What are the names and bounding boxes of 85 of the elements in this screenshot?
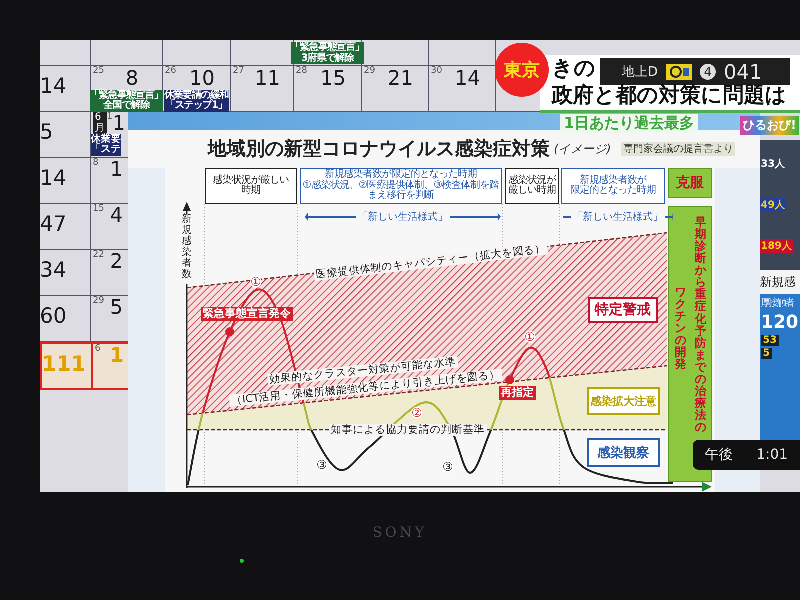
calendar-date: 26 [165,66,176,77]
range-label: 「新しい生活様式」 [358,210,448,224]
clock-period: 午後 [704,446,733,464]
event-tag: 休業要 「ステ [91,134,121,156]
calendar-date: 28 [296,66,308,77]
event-tag: 休業要請の緩和 「ステップ1」 [164,90,229,112]
period-box: 感染状況が 厳しい時期 [505,168,559,204]
case-count: 14 [454,66,482,90]
zone-label: 特定警戒 [588,297,658,323]
case-count: 4 [109,204,124,226]
broadcast-icon [666,64,692,80]
event-label: 再指定 [499,386,536,400]
case-count: 1 [109,344,125,366]
case-count: 2 [109,250,124,272]
source-note: 専門家会議の提言書より [621,142,736,156]
axis-label: 新規感染者数 [182,214,192,280]
event-tag: 「緊急事態宣言」 3府県で解除 [290,42,364,64]
zone-label: 感染拡大注意 [587,387,660,415]
period-box: 新規感染者数が限定的となった時期 ①感染状況、②医療提供体制、③検査体制を踏まえ移行を判断 [300,168,502,204]
card-count: 53 [761,335,779,346]
case-count: 47 [40,211,68,238]
case-count: 21 [387,66,414,90]
card-value: 120 [761,312,799,333]
phase-marker: ③ [442,461,454,473]
event-label: 緊急事態宣言発令 [201,307,293,322]
case-count: 1 [112,112,126,134]
calendar-date: 27 [233,66,244,77]
input-label: 地上D [622,64,658,80]
measure-text: 早期診断から重症化予防までの治療法の [695,216,706,434]
zone-label: 感染観察 [587,438,660,467]
brand-logo: SONY [372,525,428,541]
threshold-label: 知事による協力要請の判断基準 [329,424,487,436]
period-box: 感染状況が厳しい 時期 [205,168,297,204]
region-badge: 東京 [495,43,549,97]
map-count: 49人 [760,198,786,212]
channel-number: 4 [700,64,716,80]
event-dot [226,328,234,336]
clock-time: 1:01 [756,447,788,463]
phase-marker: ① [250,276,262,288]
slide-title: 地域別の新型コロナウイルス感染症対策 [208,137,550,162]
arrow-icon [563,213,571,221]
case-count: 5 [109,296,124,318]
case-count: 14 [40,165,68,192]
arrow-icon [305,213,356,221]
calendar-date: 8 [93,158,99,169]
power-light [240,559,244,563]
program-logo: ひるおび! [740,116,800,135]
case-count: 5 [40,119,54,146]
arrow-icon [665,213,673,221]
subtitle-text: 1日あたり過去最多 [560,114,698,133]
calendar-date: 6 [95,344,101,355]
case-count: 1 [109,158,124,180]
channel-code: 041 [724,60,762,84]
period-box: 克服 [668,168,712,198]
calendar-date: 1 [107,112,113,123]
arrow-icon [450,213,501,221]
case-count: 60 [40,303,68,330]
calendar-date: 15 [93,204,104,215]
case-count: 15 [320,66,347,90]
title-note: (イメージ) [554,140,612,158]
case-count: 14 [40,73,68,100]
case-count: 8 [126,66,139,90]
card-count: 5 [761,348,772,359]
phase-marker: ③ [316,459,328,471]
headline-text: きの [552,55,596,82]
map-count: 33人 [760,158,786,172]
measure-text: ワクチンの開発 [675,286,686,370]
range-label: 「新しい生活様式」 [573,210,663,224]
case-count: 11 [254,66,282,90]
case-count: 34 [40,257,68,284]
calendar-date: 29 [93,296,104,307]
month-badge: 6月 [93,112,107,134]
period-box: 新規感染者数が 限定的となった時期 [561,168,665,204]
calendar-date: 30 [431,66,442,77]
calendar-date: 22 [93,250,104,261]
case-count: 10 [188,66,215,90]
event-dot [506,376,514,384]
map-count: 189人 [760,238,793,253]
card-label: 厚接触者 [761,296,793,310]
case-count: 111 [42,351,87,378]
headline-text: 政府と都の対策に問題は [552,82,787,109]
event-tag: 「緊急事態宣言」 全国で解除 [90,90,164,112]
calendar-date: 25 [93,66,104,77]
side-heading: 新規感 [760,270,800,294]
calendar-date: 29 [364,66,376,77]
